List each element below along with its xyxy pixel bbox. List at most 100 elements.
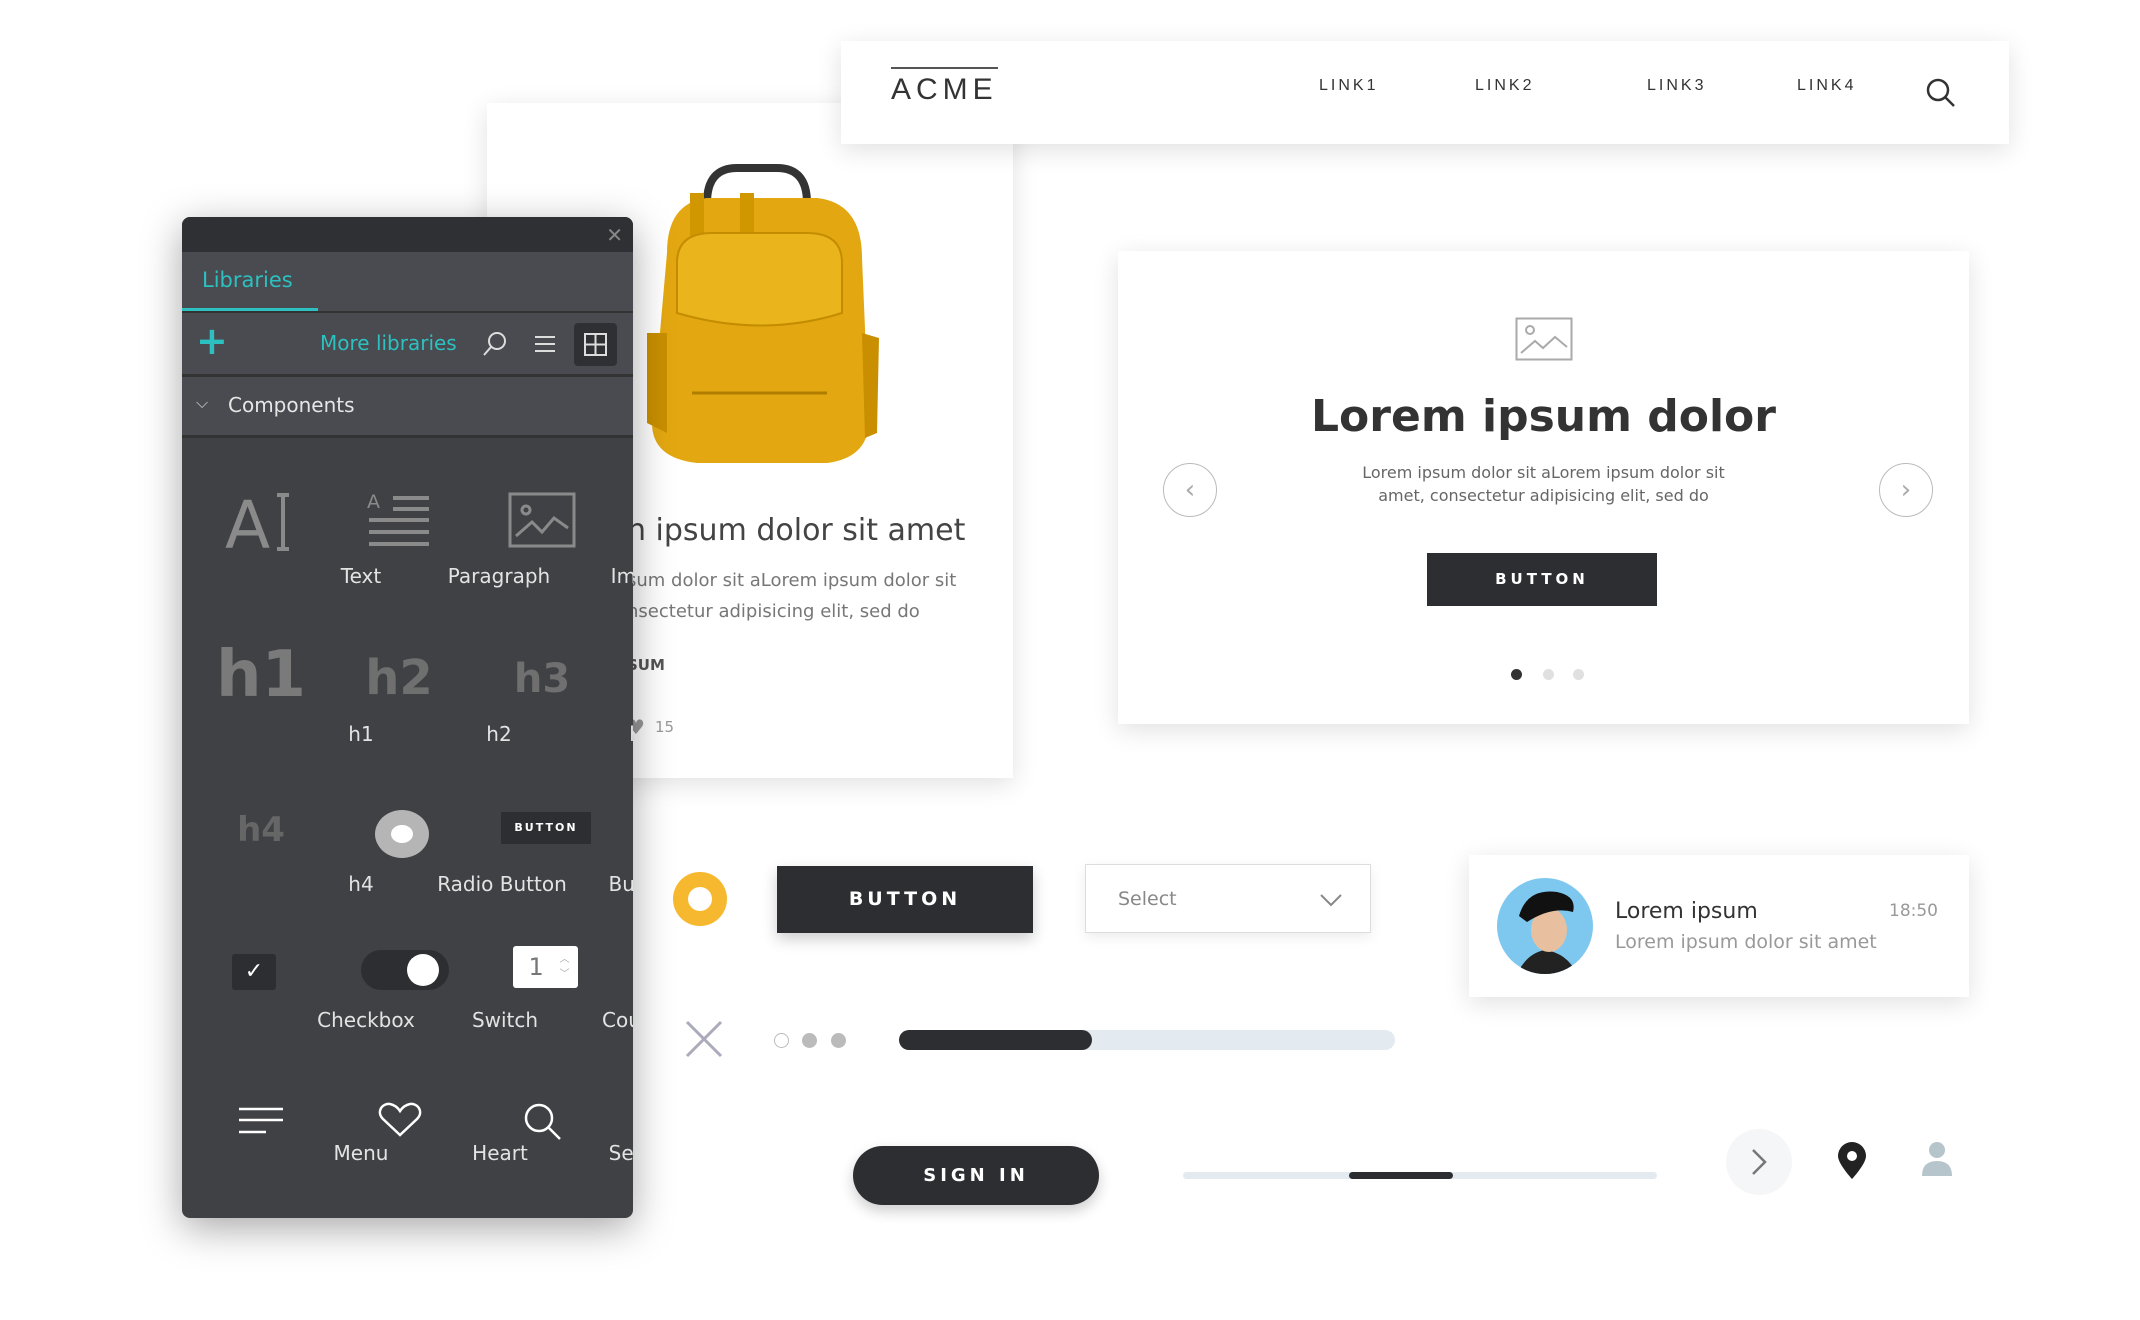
tile-label: Counter <box>602 1008 633 1032</box>
product-description-line: nsectetur adipisicing elit, sed do <box>627 601 920 622</box>
list-view-icon[interactable] <box>534 333 556 355</box>
tile-button[interactable]: BUTTON <box>471 812 621 844</box>
chat-time: 18:50 <box>1889 901 1938 921</box>
chevron-down-icon <box>1320 894 1342 907</box>
component-grid: A A Text Paragraph Image h1 h2 h3 h1 h2 … <box>182 438 633 1218</box>
checkbox-icon: ✓ <box>232 954 276 990</box>
product-description: sum dolor sit aLorem ipsum dolor sit nse… <box>627 565 956 627</box>
radio-button-selected[interactable] <box>673 872 727 926</box>
top-navbar: ACME LINK1 LINK2 LINK3 LINK4 <box>841 41 2009 144</box>
add-icon[interactable]: + <box>196 321 228 361</box>
tile-h3[interactable]: h3 <box>467 656 617 702</box>
carousel-button[interactable]: BUTTON <box>1427 553 1657 606</box>
tile-counter[interactable]: 1 ︿ ﹀ <box>470 946 620 988</box>
product-description-line: sum dolor sit aLorem ipsum dolor sit <box>627 570 957 591</box>
range-slider[interactable] <box>1183 1172 1657 1179</box>
image-icon <box>508 492 576 548</box>
nav-link-1[interactable]: LINK1 <box>1319 77 1378 95</box>
carousel-dot[interactable] <box>1573 669 1584 680</box>
range-slider-thumb[interactable] <box>1348 1172 1454 1179</box>
chat-list-item[interactable]: Lorem ipsum Lorem ipsum dolor sit amet 1… <box>1469 855 1969 997</box>
tile-menu[interactable] <box>186 1106 336 1140</box>
progress-bar <box>899 1030 1395 1050</box>
menu-icon <box>239 1107 283 1134</box>
counter-icon: 1 ︿ ﹀ <box>512 946 578 988</box>
tile-h2[interactable]: h2 <box>324 650 474 706</box>
nav-link-4[interactable]: LINK4 <box>1797 77 1856 95</box>
tile-radio-button[interactable] <box>327 810 477 858</box>
location-pin-icon[interactable] <box>1837 1142 1867 1180</box>
tile-label: Button <box>608 872 634 896</box>
nav-link-2[interactable]: LINK2 <box>1475 77 1534 95</box>
button-preview: BUTTON <box>501 812 591 844</box>
likes[interactable]: ♥ 15 <box>627 715 674 739</box>
tile-label: Search <box>608 1141 633 1165</box>
backpack-image <box>647 164 879 463</box>
chevron-down-icon: ⌵ <box>196 393 209 412</box>
logo[interactable]: ACME <box>891 67 998 107</box>
chat-message: Lorem ipsum dolor sit amet <box>1615 931 1877 953</box>
carousel-description: Lorem ipsum dolor sit aLorem ipsum dolor… <box>1118 461 1969 507</box>
avatar <box>1497 878 1593 974</box>
progress-fill <box>899 1030 1093 1050</box>
primary-button[interactable]: BUTTON <box>777 866 1033 933</box>
carousel-description-line: amet, consectetur adipisicing elit, sed … <box>1378 486 1709 505</box>
grid-view-button[interactable] <box>574 323 617 366</box>
paragraph-icon: A <box>367 491 429 546</box>
section-title: Components <box>228 393 355 417</box>
text-icon: A <box>225 487 289 564</box>
select-value: Select <box>1118 888 1177 910</box>
tile-paragraph[interactable]: A <box>324 491 474 552</box>
more-libraries-link[interactable]: More libraries <box>320 331 457 355</box>
tile-h4[interactable]: h4 <box>186 810 336 850</box>
carousel-prev-button[interactable]: ‹ <box>1163 463 1217 517</box>
chat-name: Lorem ipsum <box>1615 899 1758 924</box>
tab-indicator <box>182 308 318 311</box>
tab-libraries[interactable]: Libraries <box>202 268 293 292</box>
step-dot[interactable] <box>774 1033 789 1048</box>
search-icon <box>524 1103 561 1140</box>
tile-search[interactable] <box>468 1102 618 1146</box>
search-icon[interactable] <box>1925 77 1957 109</box>
tile-heart[interactable] <box>325 1102 475 1142</box>
search-icon[interactable] <box>482 331 508 357</box>
switch-icon <box>361 950 449 990</box>
chevron-right-icon <box>1752 1149 1767 1175</box>
svg-text:A: A <box>225 492 270 552</box>
tile-checkbox[interactable]: ✓ <box>182 954 329 990</box>
components-section-header[interactable]: ⌵ Components <box>182 377 633 438</box>
panel-tabs: Libraries <box>182 252 633 313</box>
product-title: n ipsum dolor sit amet <box>627 513 966 548</box>
tile-image[interactable] <box>467 492 617 552</box>
carousel-description-line: Lorem ipsum dolor sit aLorem ipsum dolor… <box>1362 463 1725 482</box>
tile-text[interactable]: A <box>186 487 336 564</box>
heart-icon <box>378 1102 422 1137</box>
chevron-right-icon: › <box>1900 475 1912 505</box>
radio-icon <box>375 810 429 858</box>
step-dot[interactable] <box>831 1033 846 1048</box>
grid-icon <box>584 333 607 356</box>
user-icon[interactable] <box>1921 1141 1953 1177</box>
carousel-next-button[interactable]: › <box>1879 463 1933 517</box>
likes-count: 15 <box>654 718 675 736</box>
nav-link-3[interactable]: LINK3 <box>1647 77 1706 95</box>
image-icon <box>1515 317 1573 361</box>
sign-in-button[interactable]: SIGN IN <box>853 1146 1099 1205</box>
close-icon[interactable] <box>684 1019 724 1059</box>
panel-header: ✕ <box>182 217 633 252</box>
svg-text:A: A <box>367 492 380 513</box>
carousel-dot-active[interactable] <box>1511 669 1522 680</box>
carousel-dot[interactable] <box>1543 669 1554 680</box>
select-dropdown[interactable]: Select <box>1085 864 1371 933</box>
chevron-left-icon: ‹ <box>1184 475 1196 505</box>
carousel-card: Lorem ipsum dolor Lorem ipsum dolor sit … <box>1118 251 1969 724</box>
libraries-panel: ✕ Libraries + More libraries ⌵ Component… <box>182 217 633 1218</box>
tile-switch[interactable] <box>330 950 480 990</box>
close-icon[interactable]: ✕ <box>606 223 623 247</box>
tile-label: Image <box>610 564 633 588</box>
step-dot[interactable] <box>802 1033 817 1048</box>
tile-h1[interactable]: h1 <box>186 638 336 712</box>
tile-label: h3 <box>542 722 633 746</box>
next-button[interactable] <box>1726 1129 1792 1195</box>
panel-toolbar: + More libraries <box>182 313 633 377</box>
